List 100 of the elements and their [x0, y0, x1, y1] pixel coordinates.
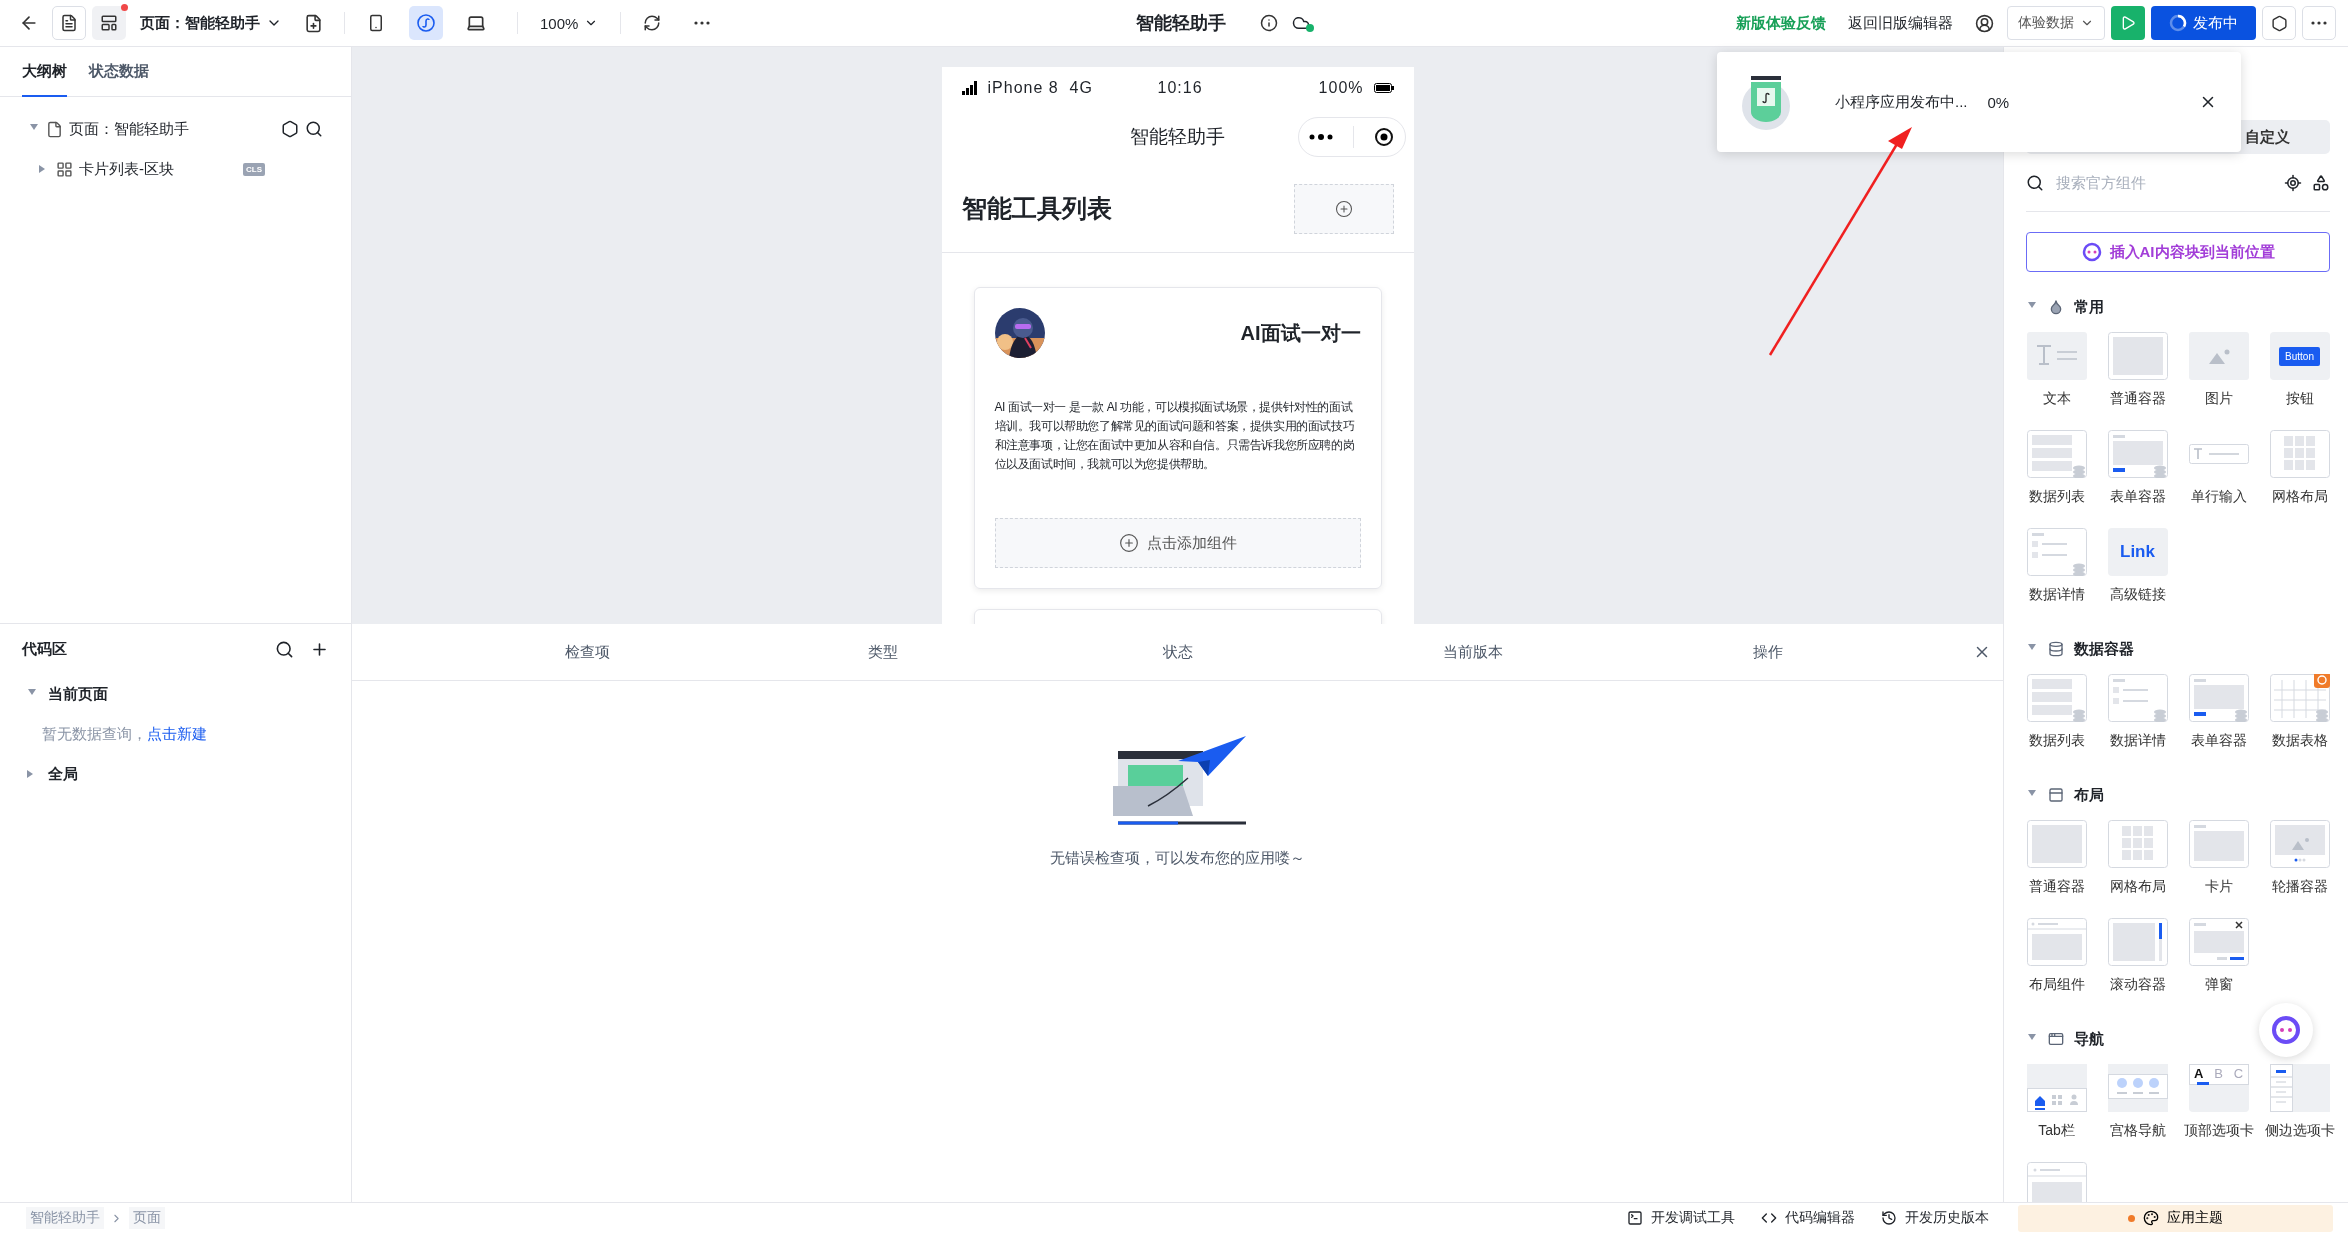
image-thumbnail-icon	[2188, 332, 2249, 380]
cloud-check-icon	[1291, 14, 1312, 32]
list-thumbnail-icon	[2026, 674, 2087, 722]
section-header[interactable]: 布局	[2026, 770, 2330, 820]
tree-item[interactable]: 页面：智能轻助手	[0, 109, 351, 149]
component-item[interactable]: 数据列表	[2016, 430, 2097, 506]
button-thumbnail: Button	[2269, 332, 2330, 380]
locate-icon[interactable]	[2284, 173, 2302, 192]
tool-button[interactable]: 开发调试工具	[1627, 1209, 1735, 1227]
component-item[interactable]: 图片	[2178, 332, 2259, 408]
component-item[interactable]: 普通容器	[2097, 332, 2178, 408]
component-item[interactable]: 数据详情	[2016, 528, 2097, 604]
laptop-icon	[466, 13, 486, 33]
code-group[interactable]: 当前页面	[22, 674, 329, 714]
code-group[interactable]: 全局	[22, 754, 329, 794]
shapes-icon[interactable]	[2312, 173, 2330, 192]
section-header[interactable]: 数据容器	[2026, 624, 2330, 674]
component-item[interactable]: 宫格导航	[2097, 1064, 2178, 1140]
page-title: 智能轻助手	[1130, 125, 1225, 149]
card-title: AI面试一对一	[1240, 320, 1361, 346]
old-editor-link[interactable]: 返回旧版编辑器	[1840, 6, 1961, 40]
preview-button[interactable]	[2111, 6, 2145, 40]
component-item[interactable]: 数据表格	[2259, 674, 2340, 750]
component-item[interactable]: Link 高级链接	[2097, 528, 2178, 604]
tab-bar-thumbnail-icon	[2026, 1064, 2087, 1112]
assistant-button[interactable]	[2259, 1003, 2313, 1057]
plus-circle-icon	[1334, 199, 1353, 218]
section-header[interactable]: 导航	[2026, 1014, 2330, 1064]
component-item[interactable]: 数据详情	[2097, 674, 2178, 750]
layout-icon	[100, 14, 118, 32]
database-icon	[2048, 641, 2064, 657]
tree-label: 页面：智能轻助手	[69, 119, 190, 139]
component-item[interactable]: 单行输入	[2178, 430, 2259, 506]
robot-icon	[2081, 242, 2102, 262]
page-icon	[46, 120, 63, 138]
tool-button[interactable]: 开发历史版本	[1881, 1209, 1989, 1227]
component-item[interactable]: 布局组件	[2016, 918, 2097, 994]
panel-tab[interactable]: 大纲树	[22, 47, 67, 97]
terminal-icon	[1627, 1210, 1643, 1226]
create-link[interactable]: 点击新建	[147, 724, 207, 744]
more-icon	[2311, 21, 2327, 25]
more-icon	[694, 21, 711, 25]
history-icon	[1881, 1210, 1897, 1226]
drop-icon	[2048, 299, 2064, 315]
tab-strip-icon	[2188, 1064, 2249, 1085]
settings-button[interactable]	[2262, 6, 2296, 40]
info-icon	[1259, 14, 1278, 32]
component-item[interactable]: Tab栏	[2016, 1064, 2097, 1140]
ai-insert-button[interactable]: 插入AI内容块到当前位置	[2026, 232, 2330, 272]
side-tabs-thumbnail-icon	[2269, 1064, 2330, 1112]
class-badge: CLS	[243, 162, 265, 176]
component-item[interactable]: 弹窗	[2178, 918, 2259, 994]
empty-message: 暂无数据查询，点击新建	[41, 723, 208, 746]
section-header[interactable]: 常用	[2026, 282, 2330, 332]
component-item[interactable]: 表单容器	[2097, 430, 2178, 506]
card-description: AI 面试一对一 是一款 AI 功能，可以模拟面试场景，提供针对性的面试培训。我可以帮助您了解常见的面试问题和答案，提供实用的面试技巧和注意事项，让您在面试中更加从容和自信。只需告诉我您所应聘的岗位以及面试时间，我就可以为您提供帮助。	[994, 399, 1356, 473]
publish-button[interactable]: 发布中	[2151, 6, 2256, 40]
scroll-thumbnail-icon	[2107, 918, 2168, 966]
battery-icon	[1373, 83, 1394, 93]
component-item[interactable]: 网格布局	[2097, 820, 2178, 896]
outline-view-button[interactable]	[52, 6, 86, 40]
component-item[interactable]: 卡片	[2178, 820, 2259, 896]
component-item[interactable]: 滚动容器	[2097, 918, 2178, 994]
add-component-slot[interactable]: 点击添加组件	[994, 518, 1361, 568]
file-plus-icon	[303, 13, 323, 33]
component-item[interactable]: 文本	[2016, 332, 2097, 408]
search-icon[interactable]	[275, 639, 294, 659]
tool-button[interactable]: 代码编辑器	[1761, 1209, 1855, 1227]
component-item[interactable]: Button 按钮	[2259, 332, 2340, 408]
component-item[interactable]: 侧边选项卡	[2259, 1064, 2340, 1140]
component-item[interactable]: 轮播容器	[2259, 820, 2340, 896]
component-item[interactable]: 网格布局	[2259, 430, 2340, 506]
signal-icon	[961, 81, 978, 95]
app-title: 智能轻助手	[1135, 12, 1226, 35]
table-thumbnail-icon	[2269, 674, 2330, 722]
container-thumbnail-icon	[2026, 820, 2087, 868]
data-select[interactable]: 体验数据	[2007, 6, 2105, 40]
form-thumbnail-icon	[2107, 430, 2168, 478]
theme-button[interactable]: 应用主题	[2018, 1204, 2333, 1232]
page-selector[interactable]: 页面：智能轻助手	[132, 6, 290, 40]
carousel-thumbnail-icon	[2269, 820, 2330, 868]
component-item[interactable]: 表单容器	[2178, 674, 2259, 750]
column-header: 状态	[1161, 642, 1194, 662]
settings-icon	[281, 120, 299, 138]
layoutblock-thumbnail-icon	[2026, 918, 2087, 966]
refresh-icon	[643, 14, 662, 32]
component-item[interactable]: 普通容器	[2016, 820, 2097, 896]
container-thumbnail-icon	[2107, 332, 2168, 380]
detail-thumbnail-icon	[2107, 674, 2168, 722]
component-item[interactable]: A B C 顶部选项卡	[2178, 1064, 2259, 1140]
component-item[interactable]: 数据列表	[2016, 674, 2097, 750]
layout-view-button[interactable]	[92, 6, 126, 40]
text-thumbnail-icon	[2026, 332, 2087, 380]
empty-message: 无错误检查项，可以发布您的应用喽～	[1050, 849, 1305, 868]
column-header: 检查项	[564, 642, 611, 662]
tree-label: 卡片列表-区块	[79, 159, 175, 179]
grid-thumbnail-icon	[2107, 820, 2168, 868]
tree-item[interactable]: 卡片列表-区块 CLS	[0, 149, 351, 189]
panel-tab[interactable]: 状态数据	[89, 47, 149, 97]
zoom-selector[interactable]: 100%	[532, 6, 607, 40]
